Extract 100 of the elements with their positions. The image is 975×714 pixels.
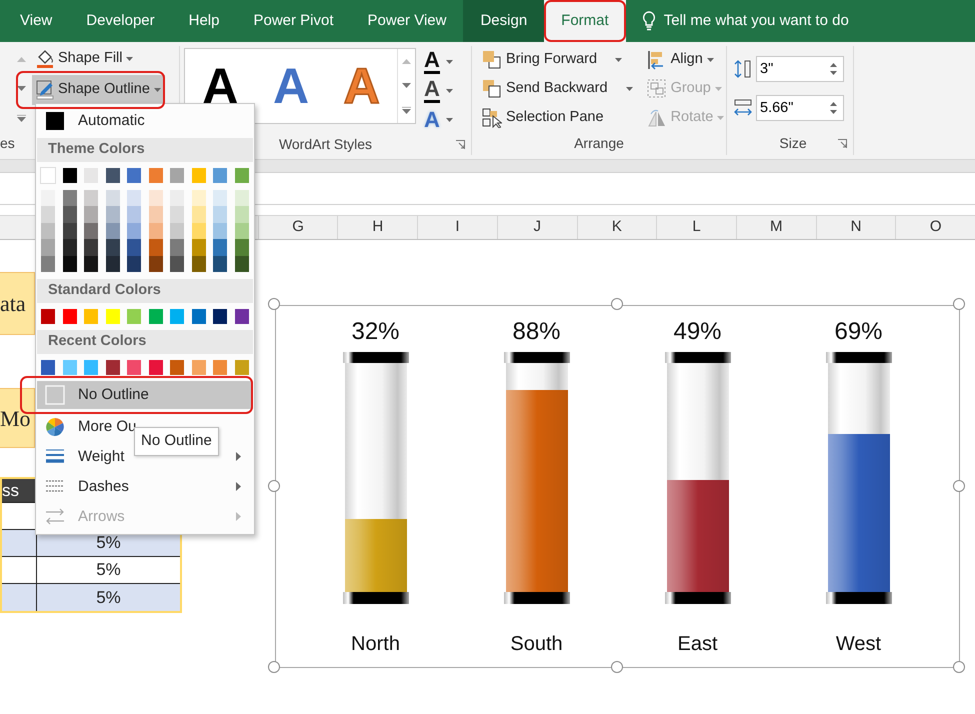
color-swatch[interactable] xyxy=(106,239,120,256)
ribbon-tab[interactable]: Power Pivot xyxy=(236,0,351,42)
color-swatch[interactable] xyxy=(41,256,55,272)
color-swatch[interactable] xyxy=(148,256,162,272)
color-swatch[interactable] xyxy=(213,168,227,183)
column-header[interactable]: H xyxy=(337,216,418,239)
color-swatch[interactable] xyxy=(148,308,162,324)
color-swatch[interactable] xyxy=(234,239,248,256)
color-swatch[interactable] xyxy=(106,168,120,183)
ribbon-button[interactable]: Align xyxy=(642,45,728,74)
color-swatch[interactable] xyxy=(192,168,206,183)
color-swatch[interactable] xyxy=(234,360,248,375)
color-swatch[interactable] xyxy=(127,190,141,206)
color-swatch[interactable] xyxy=(62,308,76,324)
color-swatch[interactable] xyxy=(170,239,184,256)
column-header[interactable]: G xyxy=(258,216,338,239)
color-swatch[interactable] xyxy=(127,168,141,183)
ribbon-tab[interactable]: Design xyxy=(463,0,544,42)
column-header[interactable]: K xyxy=(576,216,656,239)
color-swatch[interactable] xyxy=(106,360,120,375)
ribbon-tab[interactable]: Power View xyxy=(350,0,464,42)
color-swatch[interactable] xyxy=(148,222,162,240)
resize-handle[interactable] xyxy=(268,661,280,673)
menu-item[interactable]: Dashes xyxy=(37,472,253,502)
wordart-sample[interactable]: A xyxy=(256,49,326,123)
resize-handle[interactable] xyxy=(953,661,965,673)
color-swatch[interactable] xyxy=(148,206,162,223)
color-swatch[interactable] xyxy=(41,206,55,223)
color-swatch[interactable] xyxy=(234,206,248,223)
color-swatch[interactable] xyxy=(148,239,162,256)
color-swatch[interactable] xyxy=(234,256,248,272)
color-swatch[interactable] xyxy=(213,222,227,240)
resize-handle[interactable] xyxy=(953,480,965,492)
color-swatch[interactable] xyxy=(84,206,98,223)
color-swatch[interactable] xyxy=(234,168,248,183)
color-swatch[interactable] xyxy=(170,256,184,272)
shape-fill-button[interactable]: Shape Fill xyxy=(32,45,165,73)
color-swatch[interactable] xyxy=(127,308,141,324)
scroll-down-icon[interactable] xyxy=(16,86,26,91)
color-swatch[interactable] xyxy=(84,190,98,206)
color-swatch[interactable] xyxy=(41,239,55,256)
column-header[interactable]: I xyxy=(417,216,497,239)
color-swatch[interactable] xyxy=(170,206,184,223)
ribbon-tab[interactable]: Developer xyxy=(69,0,172,42)
column-header[interactable]: O xyxy=(895,216,975,239)
color-swatch[interactable] xyxy=(106,190,120,206)
scroll-up-icon[interactable] xyxy=(402,58,412,64)
color-swatch[interactable] xyxy=(127,222,141,240)
resize-handle[interactable] xyxy=(610,298,622,310)
text-outline-button[interactable]: A xyxy=(420,76,457,105)
color-swatch[interactable] xyxy=(106,222,120,240)
color-swatch[interactable] xyxy=(41,168,55,183)
column-header[interactable]: J xyxy=(496,216,577,239)
color-swatch[interactable] xyxy=(170,308,184,324)
color-swatch[interactable] xyxy=(62,168,76,183)
ribbon-tab[interactable]: View xyxy=(3,0,70,42)
color-swatch[interactable] xyxy=(62,239,76,256)
color-swatch[interactable] xyxy=(170,222,184,240)
color-swatch[interactable] xyxy=(234,190,248,206)
resize-handle[interactable] xyxy=(268,480,280,492)
color-swatch[interactable] xyxy=(213,308,227,324)
menu-item[interactable]: Automatic xyxy=(37,107,253,135)
color-swatch[interactable] xyxy=(234,308,248,324)
ribbon-button[interactable]: Selection Pane xyxy=(478,103,637,132)
color-swatch[interactable] xyxy=(84,256,98,272)
text-effects-button[interactable]: A xyxy=(420,105,457,134)
color-swatch[interactable] xyxy=(192,308,206,324)
color-swatch[interactable] xyxy=(62,360,76,375)
ribbon-tab[interactable]: Help xyxy=(172,0,236,42)
scroll-up-icon[interactable] xyxy=(16,57,26,62)
shape-outline-button[interactable]: Shape Outline xyxy=(32,75,165,105)
color-swatch[interactable] xyxy=(127,239,141,256)
spinner-icon[interactable] xyxy=(829,100,838,116)
color-swatch[interactable] xyxy=(41,222,55,240)
color-swatch[interactable] xyxy=(41,190,55,206)
more-icon[interactable] xyxy=(16,115,26,122)
color-swatch[interactable] xyxy=(127,360,141,375)
color-swatch[interactable] xyxy=(106,256,120,272)
height-field[interactable]: 3" xyxy=(756,56,844,82)
color-swatch[interactable] xyxy=(213,239,227,256)
color-swatch[interactable] xyxy=(213,206,227,223)
color-swatch[interactable] xyxy=(213,360,227,375)
spinner-icon[interactable] xyxy=(829,61,838,77)
color-swatch[interactable] xyxy=(192,206,206,223)
color-swatch[interactable] xyxy=(84,360,98,375)
color-swatch[interactable] xyxy=(41,308,55,324)
color-swatch[interactable] xyxy=(62,190,76,206)
color-swatch[interactable] xyxy=(84,239,98,256)
scroll-down-icon[interactable] xyxy=(402,82,412,88)
color-swatch[interactable] xyxy=(127,256,141,272)
resize-handle[interactable] xyxy=(953,298,965,310)
color-swatch[interactable] xyxy=(84,308,98,324)
color-swatch[interactable] xyxy=(84,222,98,240)
ribbon-button[interactable]: Bring Forward xyxy=(478,45,637,74)
color-swatch[interactable] xyxy=(192,256,206,272)
resize-handle[interactable] xyxy=(268,298,280,310)
text-fill-button[interactable]: A xyxy=(420,47,457,76)
color-swatch[interactable] xyxy=(192,360,206,375)
color-swatch[interactable] xyxy=(148,168,162,183)
resize-handle[interactable] xyxy=(610,661,622,673)
